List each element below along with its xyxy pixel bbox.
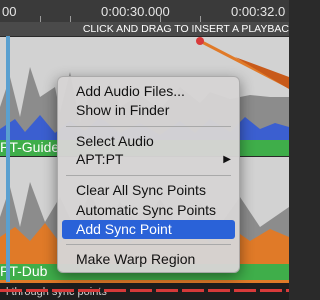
ruler-label: 00 xyxy=(2,4,17,19)
context-menu: Add Audio Files... Show in Finder Select… xyxy=(57,76,240,273)
menu-separator xyxy=(66,175,231,176)
menu-item-add-sync-point[interactable]: Add Sync Point xyxy=(62,220,235,239)
insert-hint-bar[interactable]: CLICK AND DRAG TO INSERT A PLAYBAC xyxy=(0,22,289,36)
menu-item-label: APT:PT xyxy=(76,151,124,167)
footer-stripe xyxy=(0,289,289,292)
menu-item-apt-pt[interactable]: APT:PT ▶ xyxy=(58,150,239,169)
menu-separator xyxy=(66,126,231,127)
menu-item-label: Add Audio Files... xyxy=(76,83,185,99)
menu-item-clear-all-sync-points[interactable]: Clear All Sync Points xyxy=(58,181,239,200)
menu-separator xyxy=(66,244,231,245)
menu-item-automatic-sync-points[interactable]: Automatic Sync Points xyxy=(58,201,239,220)
menu-item-add-audio-files[interactable]: Add Audio Files... xyxy=(58,82,239,101)
ruler-label: 0:00:32.0 xyxy=(231,4,286,19)
menu-item-label: Show in Finder xyxy=(76,102,170,118)
timeline-ruler[interactable]: 00 0:00:30.000 0:00:32.0 xyxy=(0,0,289,22)
menu-item-make-warp-region[interactable]: Make Warp Region xyxy=(58,250,239,269)
menu-item-label: Select Audio xyxy=(76,133,154,149)
playhead[interactable] xyxy=(6,36,10,282)
menu-item-label: Make Warp Region xyxy=(76,251,196,267)
menu-item-show-in-finder[interactable]: Show in Finder xyxy=(58,101,239,120)
submenu-arrow-icon: ▶ xyxy=(223,154,231,165)
insert-hint-text: CLICK AND DRAG TO INSERT A PLAYBAC xyxy=(82,23,289,35)
menu-item-select-audio[interactable]: Select Audio xyxy=(58,132,239,151)
footer-text: l through sync points xyxy=(6,286,107,298)
menu-item-label: Automatic Sync Points xyxy=(76,202,217,218)
menu-item-label: Add Sync Point xyxy=(76,221,172,237)
menu-item-label: Clear All Sync Points xyxy=(76,182,206,198)
